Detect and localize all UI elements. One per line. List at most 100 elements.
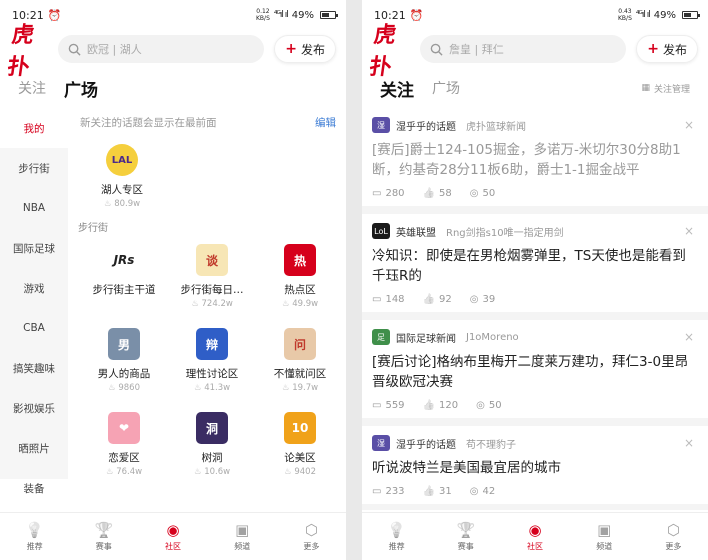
topic-heat: ♨ 19.7w <box>282 383 318 393</box>
comment-count[interactable]: ▭ 233 <box>372 486 405 497</box>
nav-item-trophy[interactable]: 🏆 赛事 <box>431 513 500 560</box>
nav-item-community[interactable]: ◉ 社区 <box>500 513 569 560</box>
nav-item-bulb[interactable]: 💡 推荐 <box>0 513 69 560</box>
nav-item-tv[interactable]: ▣ 频道 <box>570 513 639 560</box>
post-author[interactable]: 苟不理豹子 <box>466 436 516 451</box>
like-value: 120 <box>439 399 459 411</box>
feed-post[interactable]: 足国际足球新闻 J1oMoreno × [赛后讨论]格纳布里梅开二度莱万建功，拜仁3-… <box>362 320 708 426</box>
post-title[interactable]: 听说波特兰是美国最宜居的城市 <box>372 458 694 478</box>
search-placeholder: 詹皇 | 拜仁 <box>449 43 504 56</box>
feed-post[interactable]: 湿湿乎乎的话题 虎扑篮球新闻 × [赛后]爵士124-105掘金，多诺万-米切尔30分… <box>362 108 708 214</box>
search-input[interactable]: 欧冠 | 湖人 <box>58 35 265 63</box>
sidebar-item[interactable]: 晒照片 <box>0 428 68 468</box>
nav-item-trophy[interactable]: 🏆 赛事 <box>69 513 138 560</box>
topic-icon: 男 <box>108 328 140 360</box>
topic-avatar-icon: 湿 <box>372 117 390 133</box>
like-count[interactable]: 👍 58 <box>423 188 452 199</box>
heat-value: 724.2w <box>201 299 233 309</box>
feed-post[interactable]: LoL 英雄联盟 Rng剑指s10唯一指定用剑 × 冷知识：即使是在男枪烟雾弹里，TS天… <box>362 214 708 320</box>
comment-value: 559 <box>385 399 405 411</box>
topic-heat: ♨ 9860 <box>108 383 140 393</box>
topic-name: 步行街主干道 <box>92 284 156 296</box>
sidebar-item[interactable]: 步行街 <box>0 148 68 188</box>
post-title[interactable]: [赛后讨论]格纳布里梅开二度莱万建功，拜仁3-0里昂晋级欧冠决赛 <box>372 352 694 392</box>
dismiss-icon[interactable]: × <box>684 330 694 344</box>
sidebar-item[interactable]: 游戏 <box>0 268 68 308</box>
nav-item-bulb[interactable]: 💡 推荐 <box>362 513 431 560</box>
eye-icon: ◎ <box>469 485 479 497</box>
post-button[interactable]: + 发布 <box>636 35 698 63</box>
sidebar-item[interactable]: 搞笑趣味 <box>0 348 68 388</box>
topic-name: 热点区 <box>284 284 316 296</box>
post-author[interactable]: 虎扑篮球新闻 <box>466 118 526 133</box>
like-count[interactable]: 👍 31 <box>423 486 452 497</box>
comment-count[interactable]: ▭ 148 <box>372 294 405 305</box>
nav-label: 社区 <box>527 542 543 551</box>
community-icon: ◉ <box>166 521 180 539</box>
left-phone-screen: 10:21 ⏰ 0.12 KB/S ⁴ᴳıl ıl 49% 虎扑 欧冠 | 湖人 +… <box>0 0 346 560</box>
edit-button[interactable]: 编辑 <box>315 115 336 130</box>
post-stats: ▭ 559 👍 120 ◎ 50 <box>372 392 694 418</box>
fire-icon: ♨ <box>281 299 293 309</box>
post-button[interactable]: + 发布 <box>274 35 336 63</box>
topic-item[interactable]: 10 论美区 ♨ 9402 <box>256 406 344 479</box>
topic-item[interactable]: 谈步行街每日… ♨ 724.2w <box>168 238 256 322</box>
topic-name: 树洞 <box>201 452 223 464</box>
nav-item-community[interactable]: ◉ 社区 <box>138 513 207 560</box>
post-stats: ▭ 233 👍 31 ◎ 42 <box>372 478 694 504</box>
tab-follow[interactable]: 关注 <box>18 78 46 98</box>
bulb-icon: 💡 <box>25 521 44 539</box>
sidebar-item[interactable]: 国际足球 <box>0 228 68 268</box>
search-input[interactable]: 詹皇 | 拜仁 <box>420 35 627 63</box>
tab-square[interactable]: 广场 <box>64 76 98 101</box>
post-header: 湿湿乎乎的话题 苟不理豹子 × <box>372 434 694 452</box>
post-source[interactable]: 英雄联盟 <box>396 224 436 239</box>
sidebar-item[interactable]: 我的 <box>0 108 68 148</box>
post-source[interactable]: 湿乎乎的话题 <box>396 436 456 451</box>
post-author[interactable]: Rng剑指s10唯一指定用剑 <box>446 224 564 239</box>
like-count[interactable]: 👍 92 <box>423 294 452 305</box>
nav-item-tv[interactable]: ▣ 频道 <box>208 513 277 560</box>
sidebar-item[interactable]: 影视娱乐 <box>0 388 68 428</box>
topic-item[interactable]: 热热点区 ♨ 49.9w <box>256 238 344 322</box>
sidebar-item[interactable]: NBA <box>0 188 68 228</box>
topic-avatar-icon: LoL <box>372 223 390 239</box>
topic-icon: 辩 <box>196 328 228 360</box>
topic-item[interactable]: JRs 步行街主干道 <box>80 238 168 322</box>
topic-name: 步行街每日… <box>180 284 244 296</box>
dismiss-icon[interactable]: × <box>684 436 694 450</box>
sidebar-item[interactable]: CBA <box>0 308 68 348</box>
post-title[interactable]: 冷知识：即使是在男枪烟雾弹里，TS天使也是能看到千珏R的 <box>372 246 694 286</box>
nav-label: 频道 <box>234 542 251 551</box>
fire-icon: ♨ <box>108 383 119 393</box>
post-stats: ▭ 280 👍 58 ◎ 50 <box>372 180 694 206</box>
search-icon <box>68 43 81 56</box>
comment-count[interactable]: ▭ 280 <box>372 188 405 199</box>
battery-icon <box>682 11 700 19</box>
nav-label: 推荐 <box>388 542 405 551</box>
topic-item[interactable]: ❤ 恋爱区 ♨ 76.4w <box>80 406 168 479</box>
comment-count[interactable]: ▭ 559 <box>372 400 405 411</box>
topic-item[interactable]: 辩理性讨论区 ♨ 41.3w <box>168 322 256 406</box>
nav-item-cube[interactable]: ⬡ 更多 <box>277 513 346 560</box>
post-header: 足国际足球新闻 J1oMoreno × <box>372 328 694 346</box>
manage-follows-button[interactable]: ▦ 关注管理 <box>641 82 690 95</box>
post-source[interactable]: 湿乎乎的话题 <box>396 118 456 133</box>
topic-item[interactable]: 男男人的商品 ♨ 9860 <box>80 322 168 406</box>
trophy-icon: 🏆 <box>94 521 114 539</box>
topic-item[interactable]: 洞树洞 ♨ 10.6w <box>168 406 256 479</box>
feed-post[interactable]: 湿湿乎乎的话题 苟不理豹子 × 听说波特兰是美国最宜居的城市 ▭ 233 👍 31 ◎ 42 <box>362 426 708 510</box>
sidebar-item[interactable]: 装备 <box>0 468 68 508</box>
thumb-up-icon: 👍 <box>422 293 435 305</box>
dismiss-icon[interactable]: × <box>684 118 694 132</box>
like-count[interactable]: 👍 120 <box>423 400 459 411</box>
post-source[interactable]: 国际足球新闻 <box>396 330 456 345</box>
tab-square[interactable]: 广场 <box>432 78 460 98</box>
post-title[interactable]: [赛后]爵士124-105掘金，多诺万-米切尔30分8助1断，约基奇28分11板… <box>372 140 694 180</box>
topic-lakers[interactable]: LAL 湖人专区 ♨ 80.9w <box>80 136 164 214</box>
dismiss-icon[interactable]: × <box>684 224 694 238</box>
post-author[interactable]: J1oMoreno <box>466 332 519 343</box>
topic-item[interactable]: 问不懂就问区 ♨ 19.7w <box>256 322 344 406</box>
nav-item-cube[interactable]: ⬡ 更多 <box>639 513 708 560</box>
comment-value: 280 <box>385 187 405 199</box>
